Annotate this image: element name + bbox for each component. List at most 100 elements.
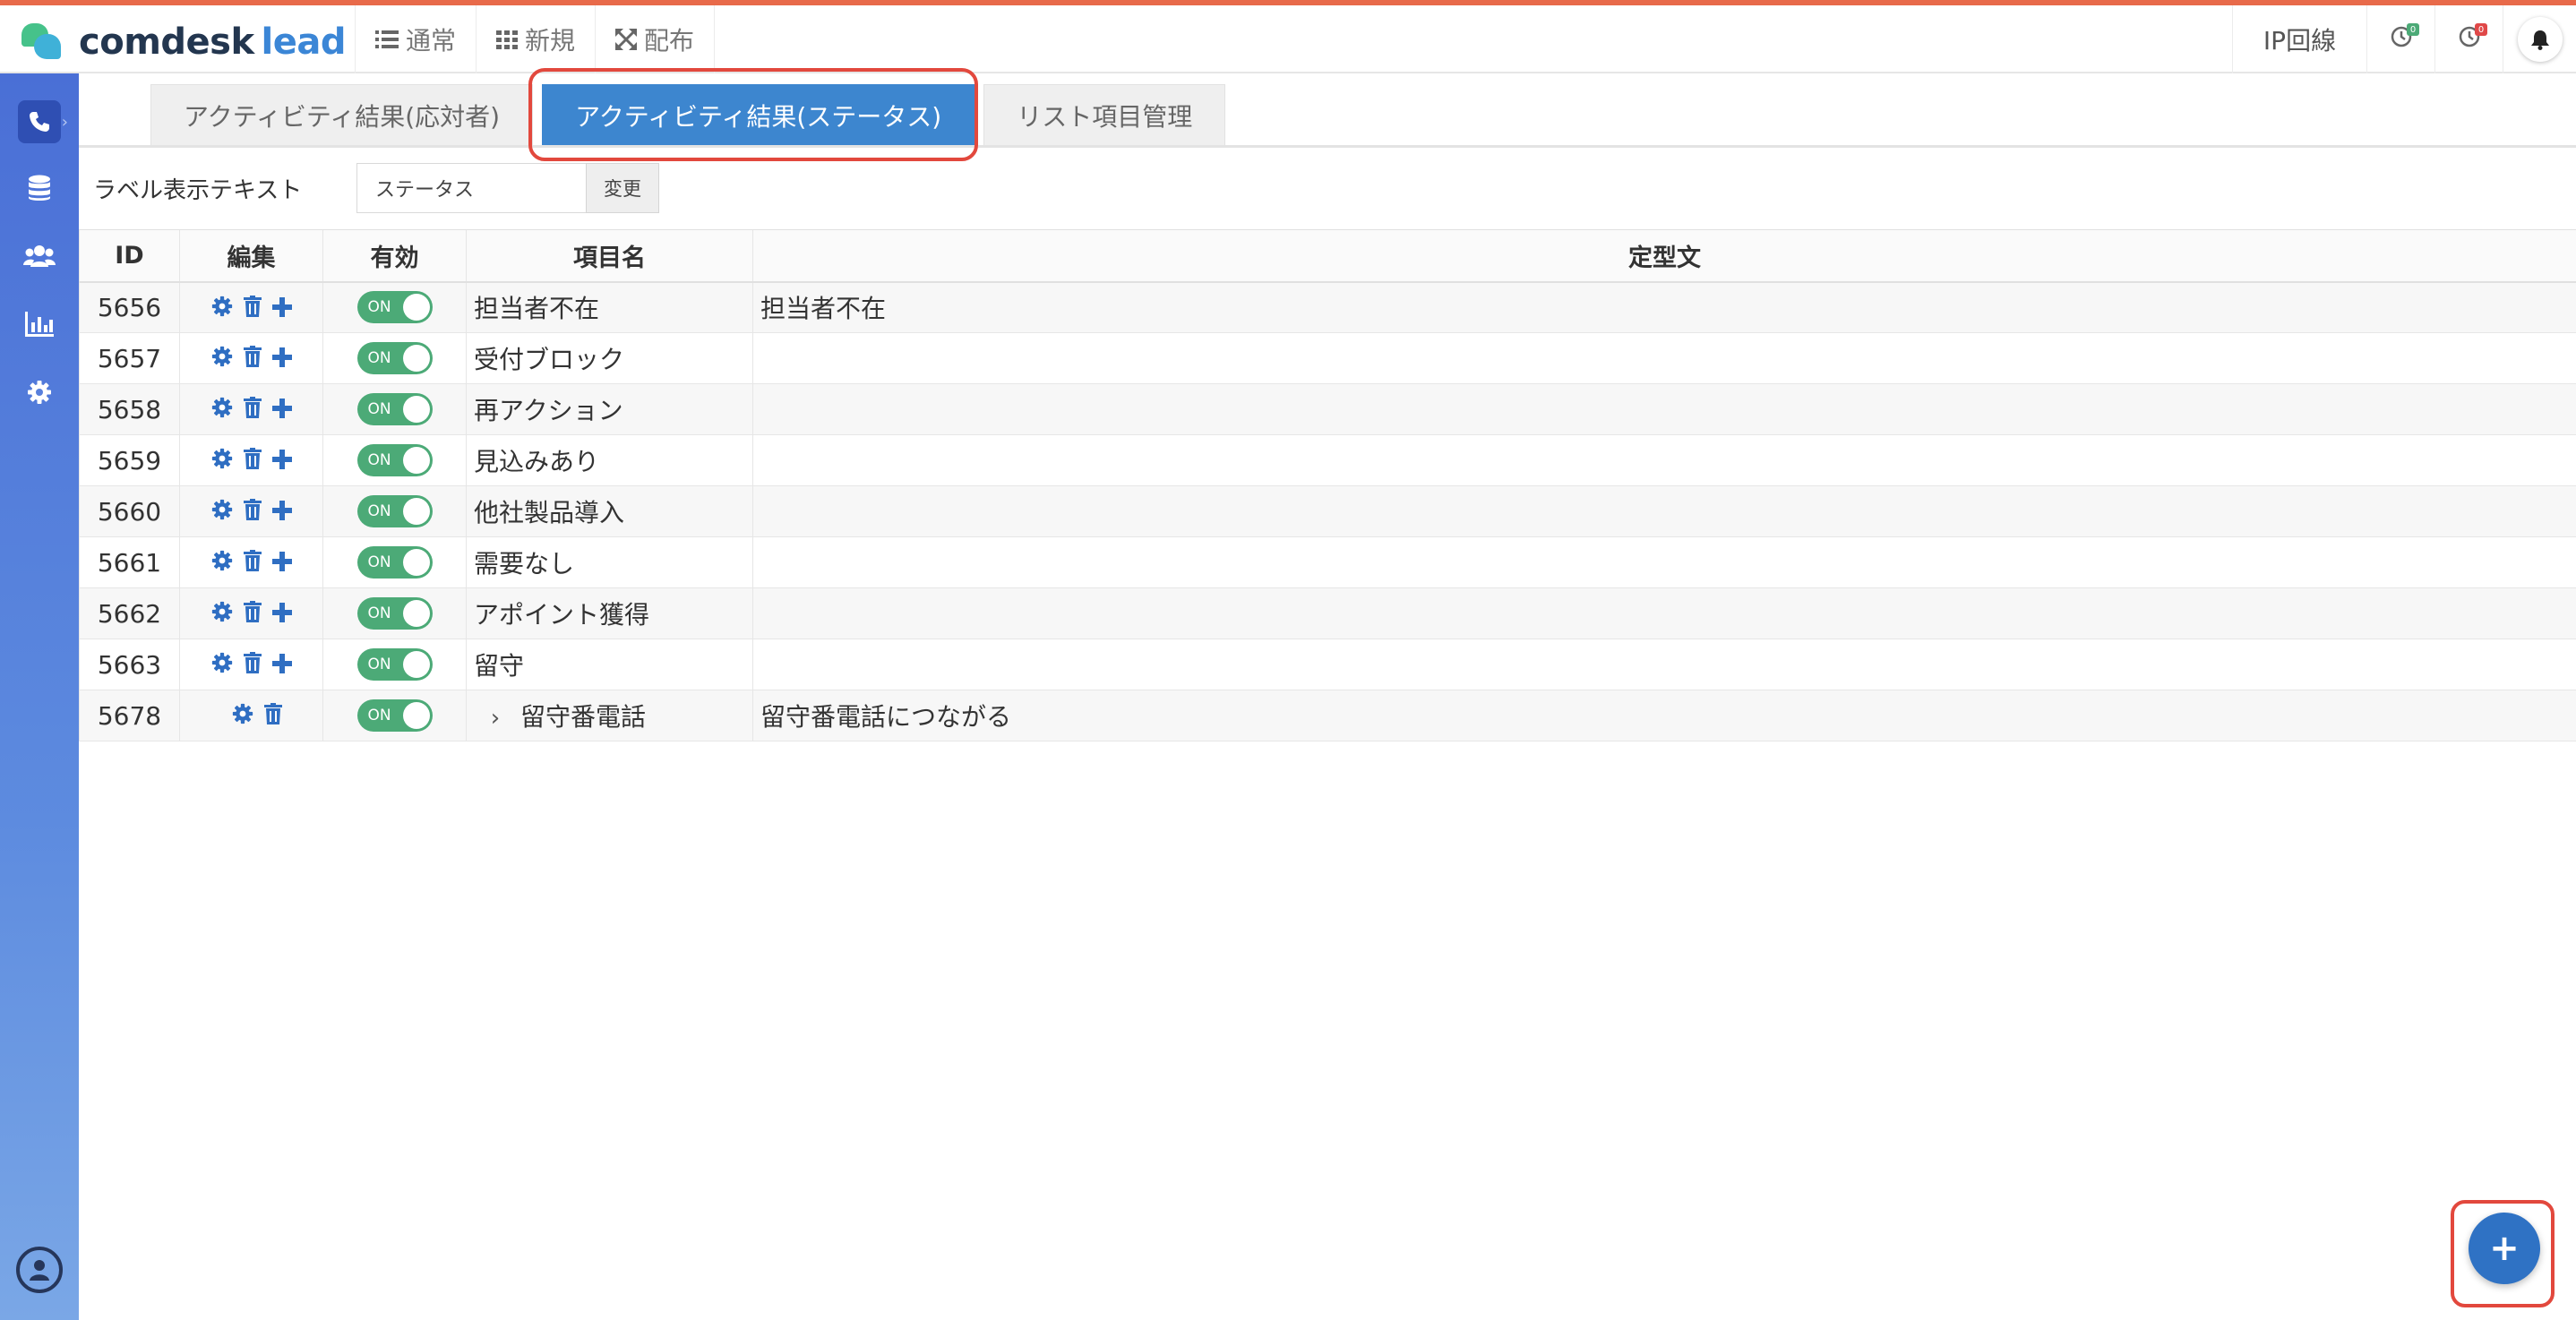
gear-icon[interactable] [211,446,233,476]
gear-icon[interactable] [211,395,233,424]
row-name-text: 留守番電話 [520,702,647,732]
toggle-label: ON [367,298,391,317]
tab-label: アクティビティ結果(応対者) [184,101,501,132]
plus-icon[interactable] [271,497,292,527]
plus-icon[interactable] [271,599,292,629]
logo[interactable]: comdesk lead [20,16,347,68]
trash-icon[interactable] [243,650,262,680]
sidebar-item-phone[interactable]: › [0,95,79,149]
clock-badge: 0 [2407,23,2419,36]
trash-icon[interactable] [243,599,262,629]
user-circle-icon[interactable] [16,1247,63,1293]
row-enabled-cell: ON [322,281,467,333]
row-enabled-cell: ON [322,383,467,435]
sidebar-item-users[interactable] [0,231,79,285]
nav-label: 通常 [406,26,457,56]
change-button[interactable]: 変更 [586,163,659,213]
plus-icon[interactable] [271,344,292,373]
trash-icon[interactable] [243,294,262,323]
toggle-knob [402,651,430,678]
enabled-toggle[interactable]: ON [356,444,433,476]
gear-icon[interactable] [211,650,233,680]
expand-chevron-icon[interactable]: › [477,705,513,732]
row-id: 5662 [79,587,180,639]
plus-icon[interactable] [271,294,292,323]
clock-badge: 0 [2475,23,2487,36]
trash-icon[interactable] [263,701,282,731]
plus-icon: + [2489,1228,2520,1269]
gear-icon[interactable] [211,599,233,629]
label-text-input[interactable] [356,163,586,213]
plus-icon[interactable] [271,548,292,578]
toggle-knob [402,396,430,423]
gear-icon[interactable] [211,548,233,578]
add-item-button[interactable]: + [2469,1213,2540,1284]
sidebar: › [0,73,79,1320]
trash-icon[interactable] [243,497,262,527]
plus-icon[interactable] [271,395,292,424]
nav-item-distribute[interactable]: 配布 [595,5,716,73]
trash-icon[interactable] [243,395,262,424]
enabled-toggle[interactable]: ON [356,342,433,374]
sidebar-item-reports[interactable] [0,299,79,353]
tab-label: アクティビティ結果(ステータス) [575,101,942,132]
row-enabled-cell: ON [322,332,467,384]
table-body: 5656 ON 担当者不在 担当者不在 5657 ON 受付ブロック 5658 … [79,281,2576,741]
plus-icon[interactable] [271,650,292,680]
tab-activity-responder[interactable]: アクティビティ結果(応対者) [150,84,534,145]
row-name: 再アクション [466,383,753,435]
table-row: 5662 ON アポイント獲得 [79,587,2576,639]
tab-list-items[interactable]: リスト項目管理 [983,84,1226,145]
sidebar-item-settings[interactable] [0,367,79,421]
toggle-label: ON [367,349,391,367]
gear-icon[interactable] [211,497,233,527]
row-edit-cell [179,383,323,435]
row-template-text [752,587,2576,639]
enabled-toggle[interactable]: ON [356,699,433,732]
tab-activity-status[interactable]: アクティビティ結果(ステータス) [542,84,975,145]
sidebar-item-database[interactable] [0,163,79,217]
enabled-toggle[interactable]: ON [356,648,433,681]
notification-button[interactable] [2503,5,2576,73]
gear-icon[interactable] [211,344,233,373]
status-table: ID 編集 有効 項目名 定型文 5656 ON 担当者不在 担当者不在 565… [79,229,2576,741]
gear-icon[interactable] [232,701,253,731]
row-id: 5659 [79,434,180,486]
database-icon [27,175,52,205]
enabled-toggle[interactable]: ON [356,393,433,425]
row-name: 担当者不在 [466,281,753,333]
trash-icon[interactable] [243,548,262,578]
row-enabled-cell: ON [322,536,467,588]
column-header-id[interactable]: ID [79,229,180,283]
row-id: 5661 [79,536,180,588]
trash-icon[interactable] [243,344,262,373]
row-id: 5678 [79,690,180,741]
expand-icon [615,29,638,50]
enabled-toggle[interactable]: ON [356,597,433,630]
table-header-row: ID 編集 有効 項目名 定型文 [79,229,2576,283]
row-name: 他社製品導入 [466,485,753,537]
label-setting-title: ラベル表示テキスト [93,176,303,204]
list-icon [375,30,399,49]
trash-icon[interactable] [243,446,262,476]
nav-label: 新規 [525,26,576,56]
table-row: 5678 ON › 留守番電話 留守番電話につながる [79,690,2576,741]
plus-icon[interactable] [271,446,292,476]
ip-line-button[interactable]: IP回線 [2232,5,2366,73]
enabled-toggle[interactable]: ON [356,546,433,579]
history-button-2[interactable]: 0 [2434,5,2503,73]
tab-label: リスト項目管理 [1017,101,1193,132]
toggle-knob [402,294,430,321]
row-name: 需要なし [466,536,753,588]
toggle-knob [402,447,430,474]
enabled-toggle[interactable]: ON [356,291,433,324]
users-icon [23,244,56,272]
nav-item-normal[interactable]: 通常 [355,5,476,73]
row-template-text [752,639,2576,690]
history-button-1[interactable]: 0 [2366,5,2434,73]
row-name: 受付ブロック [466,332,753,384]
gear-icon[interactable] [211,294,233,323]
enabled-toggle[interactable]: ON [356,495,433,527]
app-root: comdesk lead 通常 新規 配布 IP回線 0 0 › アクティビティ… [0,0,2576,1320]
nav-item-new[interactable]: 新規 [476,5,595,73]
